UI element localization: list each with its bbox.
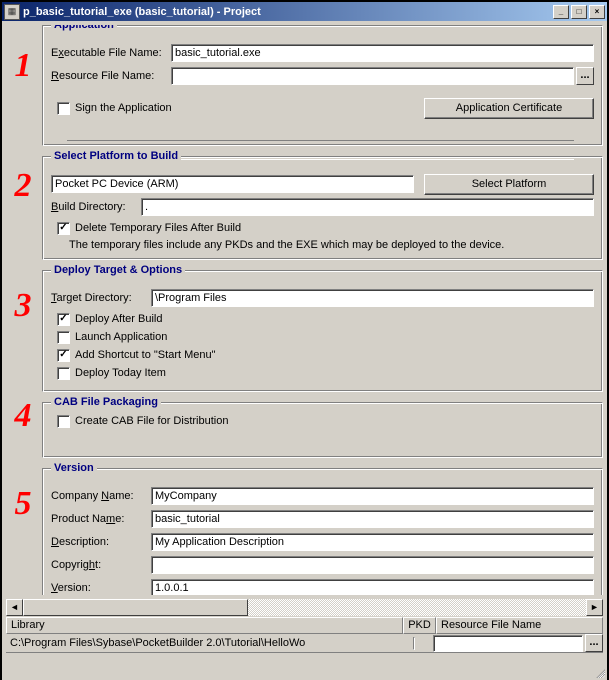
product-name-label: Product Name: — [51, 513, 151, 525]
pkd-checkbox[interactable] — [413, 637, 415, 650]
copyright-label: Copyright: — [51, 559, 151, 571]
library-table: Library PKD Resource File Name C:\Progra… — [6, 617, 603, 655]
description-label: Description: — [51, 536, 151, 548]
deploy-today-checkbox[interactable] — [57, 367, 70, 380]
sign-application-label: Sign the Application — [75, 102, 172, 114]
company-name-label: Company Name: — [51, 490, 151, 502]
add-shortcut-label: Add Shortcut to "Start Menu" — [75, 349, 216, 361]
exe-filename-input[interactable] — [171, 44, 594, 62]
delete-temp-label: Delete Temporary Files After Build — [75, 222, 241, 234]
legend-application: Application — [51, 25, 117, 31]
exe-filename-label: Executable File Name: — [51, 47, 171, 59]
maximize-button[interactable]: □ — [571, 5, 587, 19]
delete-temp-checkbox[interactable] — [57, 222, 70, 235]
build-directory-input[interactable] — [141, 198, 594, 216]
version-label: Version: — [51, 582, 151, 594]
horizontal-scrollbar[interactable]: ◄ ► — [6, 599, 603, 616]
group-platform: Select Platform to Build Select Platform… — [42, 156, 603, 260]
resize-grip-icon[interactable] — [591, 664, 607, 680]
create-cab-label: Create CAB File for Distribution — [75, 415, 228, 427]
cell-pkd — [400, 636, 433, 650]
version-input[interactable] — [151, 579, 594, 595]
annotation-3: 3 — [8, 287, 38, 325]
minimize-button[interactable]: _ — [553, 5, 569, 19]
col-library-header[interactable]: Library — [6, 617, 403, 634]
legend-deploy: Deploy Target & Options — [51, 264, 185, 276]
build-directory-label: Build Directory: — [51, 201, 141, 213]
group-deploy: Deploy Target & Options Target Directory… — [42, 270, 603, 392]
description-input[interactable] — [151, 533, 594, 551]
window-titlebar[interactable]: ▦ p_basic_tutorial_exe (basic_tutorial) … — [2, 2, 607, 21]
annotation-2: 2 — [8, 167, 38, 205]
launch-application-label: Launch Application — [75, 331, 167, 343]
legend-cab: CAB File Packaging — [51, 396, 161, 408]
legend-platform: Select Platform to Build — [51, 150, 181, 162]
add-shortcut-checkbox[interactable] — [57, 349, 70, 362]
annotation-1: 1 — [8, 47, 38, 85]
table-row[interactable]: C:\Program Files\Sybase\PocketBuilder 2.… — [6, 634, 603, 653]
annotation-5: 5 — [8, 485, 38, 523]
deploy-today-label: Deploy Today Item — [75, 367, 166, 379]
launch-application-checkbox[interactable] — [57, 331, 70, 344]
resource-browse-button[interactable]: ... — [576, 67, 594, 85]
deploy-after-build-label: Deploy After Build — [75, 313, 162, 325]
scroll-right-button[interactable]: ► — [586, 599, 603, 616]
create-cab-checkbox[interactable] — [57, 415, 70, 428]
group-cab: CAB File Packaging Create CAB File for D… — [42, 402, 603, 458]
app-icon[interactable]: ▦ — [4, 4, 20, 20]
sign-application-checkbox[interactable] — [57, 102, 70, 115]
target-directory-label: Target Directory: — [51, 292, 151, 304]
col-pkd-header[interactable]: PKD — [403, 617, 436, 634]
col-resource-header[interactable]: Resource File Name — [436, 617, 603, 634]
annotation-4: 4 — [8, 397, 38, 435]
scroll-thumb[interactable] — [23, 599, 248, 616]
copyright-input[interactable] — [151, 556, 594, 574]
close-button[interactable]: × — [589, 5, 605, 19]
resource-cell-input[interactable] — [433, 635, 583, 652]
cell-library: C:\Program Files\Sybase\PocketBuilder 2.… — [6, 636, 400, 650]
group-version: Version Company Name: Product Name: Desc… — [42, 468, 603, 595]
group-application: Application Executable File Name: Resour… — [42, 25, 603, 146]
platform-value-input[interactable] — [51, 175, 414, 193]
resource-filename-input[interactable] — [171, 67, 574, 85]
select-platform-button[interactable]: Select Platform — [424, 174, 594, 195]
target-directory-input[interactable] — [151, 289, 594, 307]
resource-filename-label: Resource File Name: — [51, 70, 171, 82]
company-name-input[interactable] — [151, 487, 594, 505]
window-title: p_basic_tutorial_exe (basic_tutorial) - … — [23, 6, 551, 18]
scroll-track[interactable] — [23, 599, 586, 616]
resource-cell-browse-button[interactable]: ... — [585, 634, 603, 652]
application-certificate-button[interactable]: Application Certificate — [424, 98, 594, 119]
delete-temp-note: The temporary files include any PKDs and… — [69, 239, 594, 251]
legend-version: Version — [51, 462, 97, 474]
product-name-input[interactable] — [151, 510, 594, 528]
deploy-after-build-checkbox[interactable] — [57, 313, 70, 326]
scroll-left-button[interactable]: ◄ — [6, 599, 23, 616]
